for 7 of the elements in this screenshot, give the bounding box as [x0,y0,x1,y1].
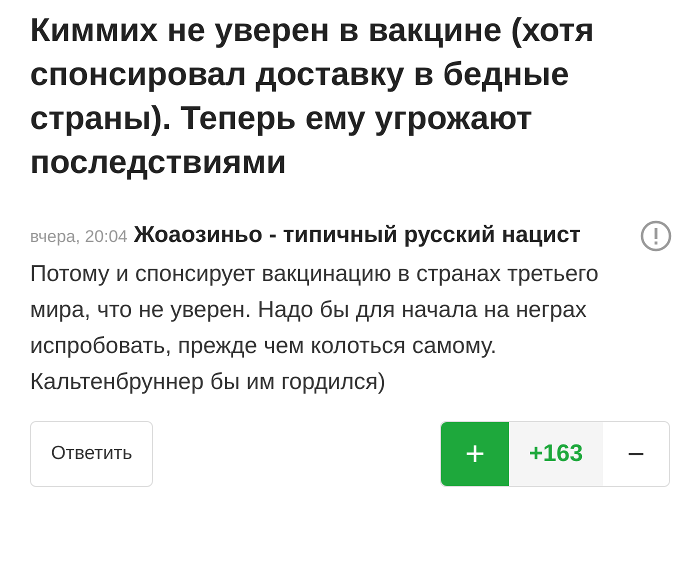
rating-count: +163 [509,422,603,486]
comment-text: Потому и спонсирует вакцинацию в странах третьего мира, что не уверен. Надо бы для начала на неграх испробовать, прежде чем колоться самому. Кальтенбруннер бы им гордился) [30,259,600,396]
warning-icon[interactable] [640,220,672,252]
comment-time: вчера, 20:04 [30,227,128,246]
article-title: Киммих не уверен в вакцине (хотя спонсировал доставку в бедные страны). Теперь ему угрожают последствиями [30,10,596,182]
reply-button[interactable]: Ответить [30,421,154,487]
comment-author[interactable]: Жоаозиньо - типичный русский нацист [134,221,581,247]
